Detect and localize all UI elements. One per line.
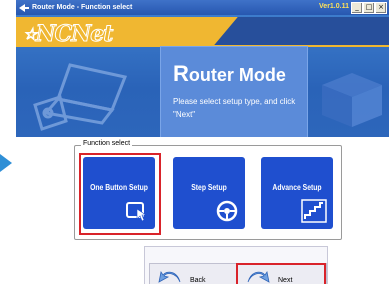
- mode-info-panel: Router Mode Please select setup type, an…: [160, 46, 308, 137]
- header-banner: ★NCNet Router Mode Please select setup t…: [16, 15, 389, 137]
- step-setup-option[interactable]: Step Setup: [173, 157, 245, 229]
- function-select-legend: Function select: [81, 140, 133, 147]
- steering-wheel-icon: [216, 200, 238, 222]
- router-mode-window: Router Mode - Function select Ver1.0.11 …: [16, 0, 389, 284]
- app-icon: [19, 3, 29, 12]
- back-button[interactable]: Back: [149, 263, 239, 284]
- laptop-illustration-icon: [33, 63, 128, 131]
- mode-description: Please select setup type, and click "Nex…: [173, 97, 296, 119]
- close-button[interactable]: ×: [375, 2, 387, 14]
- title-bar: Router Mode - Function select Ver1.0.11 …: [16, 0, 389, 15]
- maximize-button[interactable]: □: [363, 2, 375, 14]
- selected-option-highlight: [79, 153, 161, 235]
- back-arrow-icon: [158, 270, 181, 283]
- option-label: Advance Setup: [272, 183, 322, 192]
- option-label: Step Setup: [191, 183, 227, 192]
- advance-setup-option[interactable]: Advance Setup: [261, 157, 333, 229]
- brand-logo: ★NCNet: [24, 21, 114, 48]
- mode-title: Router Mode: [173, 61, 286, 86]
- pointer-arrow-icon: [0, 154, 12, 172]
- building-illustration-icon: [322, 73, 382, 127]
- next-button-highlight: [236, 263, 326, 284]
- version-label: Ver1.0.11: [319, 3, 349, 10]
- star-icon: ★: [24, 27, 37, 44]
- banner-stripe-dark: [214, 17, 389, 45]
- stairs-icon: [301, 199, 327, 223]
- window-title: Router Mode - Function select: [32, 4, 133, 11]
- minimize-button[interactable]: _: [351, 2, 363, 14]
